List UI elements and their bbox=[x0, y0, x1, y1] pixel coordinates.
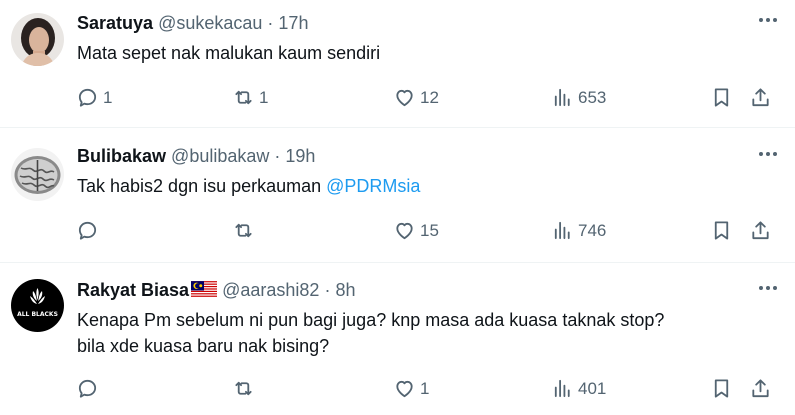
tweet-text-line: Kenapa Pm sebelum ni pun bagi juga? knp … bbox=[77, 310, 665, 330]
like-button[interactable]: 1 bbox=[393, 377, 429, 400]
tweet-item[interactable]: Bulibakaw @bulibakaw · 19h Tak habis2 dg… bbox=[0, 128, 795, 263]
display-name[interactable]: Rakyat Biasa bbox=[77, 280, 189, 300]
tweet-header: Saratuya @sukekacau · 17h bbox=[77, 10, 308, 36]
like-count: 12 bbox=[420, 87, 439, 107]
avatar[interactable] bbox=[11, 148, 64, 201]
reply-button[interactable]: 1 bbox=[76, 86, 112, 109]
more-icon[interactable] bbox=[759, 152, 777, 156]
reply-icon bbox=[76, 219, 99, 242]
tweet-header: Rakyat Biasa @aarashi82 · 8h bbox=[77, 277, 356, 303]
views-button[interactable]: 401 bbox=[551, 377, 606, 400]
tweet-text-content: Tak habis2 dgn isu perkauman bbox=[77, 176, 327, 196]
views-icon bbox=[551, 86, 574, 109]
separator-dot: · bbox=[324, 280, 331, 300]
like-count: 1 bbox=[420, 378, 430, 398]
avatar[interactable]: ALL BLACKS bbox=[11, 279, 64, 332]
bookmark-icon bbox=[710, 86, 733, 109]
mention-link[interactable]: @PDRMsia bbox=[326, 176, 420, 196]
reply-icon bbox=[76, 86, 99, 109]
retweet-count: 1 bbox=[259, 87, 269, 107]
more-icon[interactable] bbox=[759, 286, 777, 290]
action-bar: 15 746 bbox=[76, 219, 775, 247]
bookmark-button[interactable] bbox=[710, 219, 733, 242]
action-bar: 1 401 bbox=[76, 377, 775, 405]
views-icon bbox=[551, 219, 574, 242]
user-handle[interactable]: @sukekacau bbox=[158, 13, 262, 33]
share-button[interactable] bbox=[749, 219, 772, 242]
views-count: 746 bbox=[578, 220, 607, 240]
tweet-item[interactable]: Saratuya @sukekacau · 17h Mata sepet nak… bbox=[0, 0, 795, 128]
like-icon bbox=[393, 377, 416, 400]
more-icon[interactable] bbox=[759, 18, 777, 22]
action-bar: 1 1 12 653 bbox=[76, 86, 775, 114]
reply-button[interactable] bbox=[76, 219, 103, 242]
avatar[interactable] bbox=[11, 13, 64, 66]
separator-dot: · bbox=[267, 13, 274, 33]
share-button[interactable] bbox=[749, 377, 772, 400]
tweet-header: Bulibakaw @bulibakaw · 19h bbox=[77, 143, 315, 169]
views-button[interactable]: 653 bbox=[551, 86, 606, 109]
tweet-text: Tak habis2 dgn isu perkauman @PDRMsia bbox=[77, 173, 420, 199]
malaysia-flag-icon bbox=[191, 281, 218, 298]
share-icon bbox=[749, 219, 772, 242]
reply-count: 1 bbox=[103, 87, 113, 107]
reply-button[interactable] bbox=[76, 377, 103, 400]
timestamp[interactable]: 8h bbox=[335, 280, 355, 300]
like-icon bbox=[393, 86, 416, 109]
views-count: 653 bbox=[578, 87, 607, 107]
tweet-item[interactable]: ALL BLACKS Rakyat Biasa @aarashi82 · 8h … bbox=[0, 263, 795, 415]
share-icon bbox=[749, 377, 772, 400]
views-button[interactable]: 746 bbox=[551, 219, 606, 242]
bookmark-button[interactable] bbox=[710, 377, 733, 400]
display-name[interactable]: Saratuya bbox=[77, 13, 153, 33]
bookmark-button[interactable] bbox=[710, 86, 733, 109]
retweet-button[interactable] bbox=[232, 219, 259, 242]
tweet-text-content: Mata sepet nak malukan kaum sendiri bbox=[77, 43, 381, 63]
like-count: 15 bbox=[420, 220, 439, 240]
separator-dot: · bbox=[274, 146, 281, 166]
user-handle[interactable]: @bulibakaw bbox=[171, 146, 269, 166]
tweet-text: Kenapa Pm sebelum ni pun bagi juga? knp … bbox=[77, 307, 664, 359]
retweet-button[interactable] bbox=[232, 377, 259, 400]
like-button[interactable]: 12 bbox=[393, 86, 439, 109]
avatar-logo-text: ALL BLACKS bbox=[17, 311, 58, 318]
bookmark-icon bbox=[710, 377, 733, 400]
retweet-icon bbox=[232, 377, 255, 400]
display-name[interactable]: Bulibakaw bbox=[77, 146, 166, 166]
reply-icon bbox=[76, 377, 99, 400]
user-handle[interactable]: @aarashi82 bbox=[222, 280, 319, 300]
retweet-icon bbox=[232, 219, 255, 242]
share-icon bbox=[749, 86, 772, 109]
tweet-text-line: bila xde kuasa baru nak bising? bbox=[77, 336, 330, 356]
timestamp[interactable]: 19h bbox=[285, 146, 315, 166]
retweet-button[interactable]: 1 bbox=[232, 86, 268, 109]
tweet-text: Mata sepet nak malukan kaum sendiri bbox=[77, 40, 380, 66]
views-count: 401 bbox=[578, 378, 607, 398]
share-button[interactable] bbox=[749, 86, 772, 109]
views-icon bbox=[551, 377, 574, 400]
retweet-icon bbox=[232, 86, 255, 109]
like-button[interactable]: 15 bbox=[393, 219, 439, 242]
bookmark-icon bbox=[710, 219, 733, 242]
timestamp[interactable]: 17h bbox=[278, 13, 308, 33]
like-icon bbox=[393, 219, 416, 242]
